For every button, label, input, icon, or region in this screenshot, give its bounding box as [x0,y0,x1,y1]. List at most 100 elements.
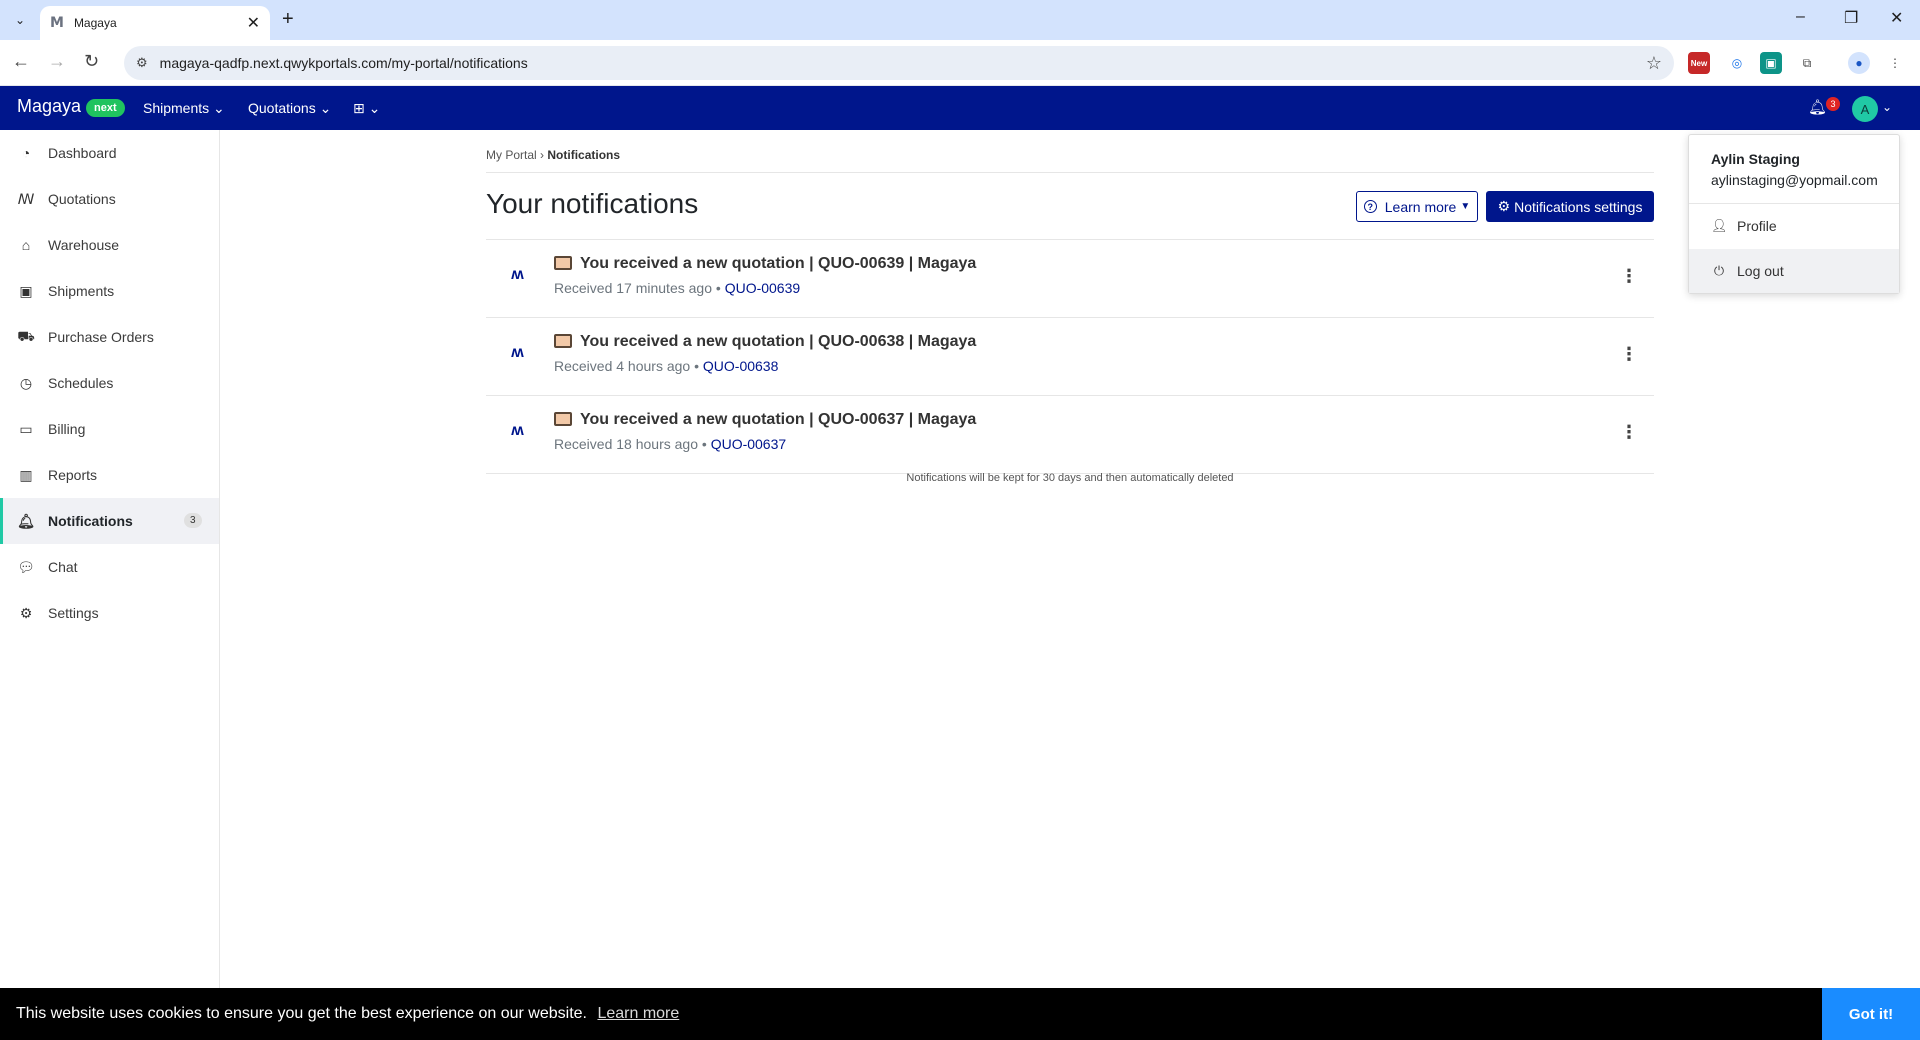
cookie-learn-more-link[interactable]: Learn more [597,1005,679,1022]
back-icon[interactable]: ← [12,51,30,72]
extension-new-icon[interactable]: New [1688,52,1710,74]
sidebar: ◔ Dashboard ꟿ Quotations ⌂ Warehouse ▣ S… [0,130,220,988]
tab-search-icon[interactable]: ⌄ [8,8,32,32]
quotation-link[interactable]: QUO-00638 [703,358,778,374]
notifications-settings-label: Notifications settings [1514,198,1643,215]
minimize-icon[interactable]: – [1796,8,1805,26]
chevron-down-icon: ⌄ [368,100,381,116]
sidebar-item-label: Chat [48,559,78,575]
notification-item[interactable]: ʍ You received a new quotation | QUO-006… [486,396,1654,474]
notification-count-badge: 3 [1826,97,1840,111]
message-board-icon [554,334,572,348]
sidebar-item-label: Billing [48,421,86,437]
extension-lens-icon[interactable]: ◎ [1726,52,1748,74]
credit-card-icon: ▭ [19,420,33,437]
nav-shipments[interactable]: Shipments ⌄ [143,100,225,117]
avatar[interactable]: A [1852,96,1878,122]
logout-menu-item[interactable]: ⏻ Log out [1689,249,1899,293]
chevron-down-icon[interactable]: ⌄ [1882,100,1892,114]
meta-separator: • [694,358,699,374]
magaya-favicon-icon: M [50,15,64,31]
message-board-icon [554,412,572,426]
browser-tab[interactable]: M Magaya ✕ [40,6,270,40]
quotation-link[interactable]: QUO-00637 [711,436,786,452]
plus-square-icon: ⊞ [353,100,365,116]
clock-icon: ◷ [19,374,33,391]
gauge-icon: ◔ [21,145,31,161]
brand-badge: next [86,99,125,117]
quick-add-button[interactable]: ⊞ ⌄ [353,100,380,117]
cookie-accept-button[interactable]: Got it! [1822,988,1920,1040]
notification-item[interactable]: ʍ You received a new quotation | QUO-006… [486,240,1654,318]
site-settings-icon[interactable]: ⚙ [136,55,148,71]
message-board-icon [554,256,572,270]
url-text[interactable]: magaya-qadfp.next.qwykportals.com/my-por… [160,55,1646,71]
sidebar-item-label: Notifications [48,513,133,529]
cart-icon: ⛟ [17,327,35,344]
bar-chart-icon: ▥ [19,466,33,483]
sidebar-item-label: Dashboard [48,145,117,161]
bookmark-star-icon[interactable]: ☆ [1646,53,1662,74]
address-bar[interactable]: ⚙ magaya-qadfp.next.qwykportals.com/my-p… [124,46,1674,80]
bell-icon: 🔔︎ [17,512,35,529]
sidebar-item-shipments[interactable]: ▣ Shipments [0,268,219,314]
nav-quotations-label: Quotations [248,100,316,116]
restore-icon[interactable]: ❐ [1844,8,1858,28]
nav-quotations[interactable]: Quotations ⌄ [248,100,331,117]
chat-icon: 💬︎ [17,558,35,575]
notification-title: You received a new quotation | QUO-00639… [580,255,977,272]
sidebar-item-billing[interactable]: ▭ Billing [0,406,219,452]
magaya-logo-icon: ʍ [511,422,523,439]
question-circle-icon: ? [1363,200,1377,213]
notification-title: You received a new quotation | QUO-00637… [580,411,977,428]
page-title: Your notifications [486,188,699,219]
cookie-message-text: This website uses cookies to ensure you … [16,1005,587,1022]
notification-received: Received 4 hours ago [554,358,691,374]
new-tab-icon[interactable]: + [282,8,294,31]
notifications-settings-button[interactable]: ⚙ Notifications settings [1486,191,1654,222]
sidebar-item-schedules[interactable]: ◷ Schedules [0,360,219,406]
logout-label: Log out [1737,263,1784,279]
box-icon: ▣ [19,282,33,299]
sidebar-item-label: Quotations [48,191,116,207]
learn-more-button[interactable]: ? Learn more ▼ [1356,191,1478,222]
notification-item[interactable]: ʍ You received a new quotation | QUO-006… [486,318,1654,396]
forward-icon[interactable]: → [48,51,66,72]
divider [486,172,1654,173]
brand-logo[interactable]: Magaya [17,96,81,117]
notification-received: Received 17 minutes ago [554,280,712,296]
gear-icon: ⚙ [19,604,33,621]
breadcrumb-current: Notifications [547,148,621,162]
sidebar-item-chat[interactable]: 💬︎ Chat [0,544,219,590]
sidebar-item-reports[interactable]: ▥ Reports [0,452,219,498]
hands-icon: ꟿ [17,190,35,207]
user-icon: 👤︎ [1711,218,1728,233]
sidebar-item-settings[interactable]: ⚙ Settings [0,590,219,636]
notification-meta: Received 4 hours ago • QUO-00638 [554,358,778,374]
gear-icon: ⚙ [1497,198,1511,214]
reload-icon[interactable]: ↻ [84,51,99,72]
close-icon[interactable]: ✕ [247,13,260,33]
sidebar-item-warehouse[interactable]: ⌂ Warehouse [0,222,219,268]
extensions-puzzle-icon[interactable]: ⧉ [1796,52,1818,74]
browser-menu-icon[interactable]: ⋮ [1884,52,1906,74]
extension-box-icon[interactable]: ▣ [1760,52,1782,74]
meta-separator: • [701,436,707,452]
user-menu: Aylin Staging aylinstaging@yopmail.com 👤… [1688,134,1900,294]
tab-title: Magaya [73,16,117,30]
window-close-icon[interactable]: ✕ [1890,8,1903,28]
bell-icon[interactable]: 🔔︎ [1808,98,1827,116]
breadcrumb-root[interactable]: My Portal [486,148,537,162]
more-options-icon[interactable]: ⋮ [1620,266,1638,287]
sidebar-item-dashboard[interactable]: ◔ Dashboard [0,130,219,176]
more-options-icon[interactable]: ⋮ [1620,344,1638,365]
more-options-icon[interactable]: ⋮ [1620,422,1638,443]
profile-icon[interactable]: ● [1848,52,1870,74]
sidebar-item-notifications[interactable]: 🔔︎ Notifications 3 [0,498,219,544]
profile-menu-item[interactable]: 👤︎ Profile [1689,204,1899,248]
magaya-logo-icon: ʍ [511,344,523,361]
quotation-link[interactable]: QUO-00639 [725,280,800,296]
learn-more-label: Learn more [1384,198,1457,215]
sidebar-item-quotations[interactable]: ꟿ Quotations [0,176,219,222]
sidebar-item-purchase-orders[interactable]: ⛟ Purchase Orders [0,314,219,360]
